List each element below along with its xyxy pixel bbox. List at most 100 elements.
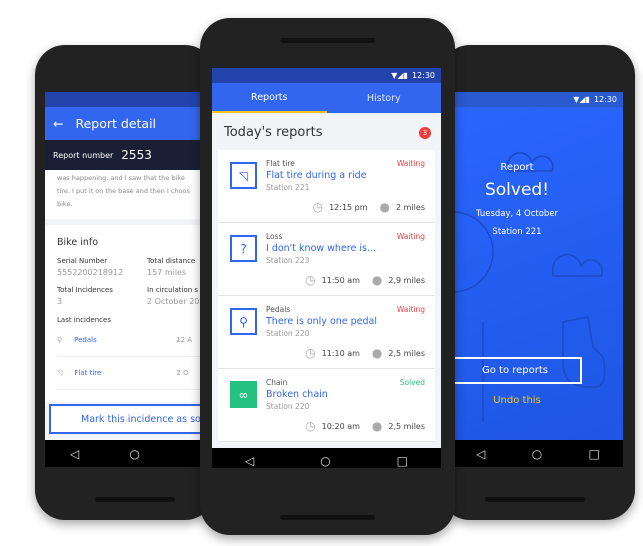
report-category: Loss — [266, 232, 283, 241]
home-nav-icon[interactable]: ○ — [320, 454, 330, 468]
bike-info: Bike info Serial Number 5552200218912 Tot… — [45, 225, 215, 402]
flat-tire-icon: ◹ — [57, 369, 63, 377]
incidences-label: Total Incidences — [57, 286, 113, 294]
home-nav-icon[interactable]: ○ — [532, 447, 542, 461]
recents-nav-icon[interactable]: □ — [397, 454, 408, 468]
section-title: Today's reports — [224, 125, 323, 140]
solved-station: Station 221 — [492, 227, 542, 237]
nav-bar: ◁ ○ — [45, 440, 215, 467]
phone-report-solved: ▼◢▮ 12:30 Report Solved! Tuesday, 4 Octob… — [440, 45, 635, 520]
question-icon: ? — [230, 235, 257, 262]
phone-reports-list: ▼◢▮ 12:30 Reports History Today's reports… — [200, 18, 455, 535]
location-icon: ● — [371, 273, 383, 287]
report-detail-screen: ← Report detail Report number 2553 was h… — [45, 92, 215, 467]
undo-button[interactable]: Undo this — [453, 395, 581, 406]
description-line: bike. — [57, 200, 73, 208]
report-distance: 2,9 miles — [388, 275, 425, 285]
report-meta: ◷ 12:15 pm ● 2 miles — [313, 200, 425, 214]
location-icon: ● — [371, 419, 383, 433]
reports-screen: ▼◢▮ 12:30 Reports History Today's reports… — [212, 68, 441, 468]
incidence-date: 12 A — [176, 336, 193, 344]
report-time: 11:10 am — [321, 348, 360, 358]
report-meta: ◷ 11:50 am ● 2,9 miles — [305, 273, 425, 287]
status-bar: ▼◢▮ 12:30 — [212, 68, 441, 83]
report-time: 12:15 pm — [329, 202, 368, 212]
incidence-item[interactable]: ◹ Flat tire 2 O — [57, 357, 203, 390]
report-title: There is only one pedal — [266, 316, 378, 327]
back-arrow-icon[interactable]: ← — [53, 116, 63, 131]
count-badge: 3 — [419, 126, 431, 139]
clock-icon: ◷ — [305, 273, 316, 287]
report-category: Pedals — [266, 305, 291, 314]
report-time: 10:20 am — [321, 421, 360, 431]
mark-solved-button[interactable]: Mark this incidence as so — [49, 404, 215, 434]
page-title: Report detail — [75, 116, 157, 131]
report-number-label: Report number — [53, 150, 114, 160]
report-card[interactable]: ◹ Flat tire Flat tire during a ride Stat… — [218, 150, 435, 223]
incidence-title: Flat tire — [74, 369, 102, 377]
report-category: Chain — [266, 378, 288, 387]
back-nav-icon[interactable]: ◁ — [70, 447, 79, 461]
speaker — [485, 497, 585, 502]
nav-bar: ◁ ○ □ — [453, 440, 623, 467]
location-icon: ● — [371, 346, 383, 360]
back-nav-icon[interactable]: ◁ — [245, 454, 254, 468]
report-number-bar: Report number 2553 — [45, 140, 215, 170]
clock-icon: ◷ — [305, 346, 316, 360]
last-incidences-label: Last incidences — [57, 316, 111, 324]
report-title: I don't know where is... — [266, 243, 377, 254]
incidence-title: Pedals — [74, 336, 97, 344]
wifi-icon: ▼◢▮ — [573, 95, 590, 104]
report-category: Flat tire — [266, 159, 295, 168]
report-station: Station 223 — [266, 256, 310, 265]
report-station: Station 220 — [266, 402, 310, 411]
home-nav-icon[interactable]: ○ — [129, 447, 139, 461]
incidences-value: 3 — [57, 297, 63, 306]
status-time: 12:30 — [593, 95, 617, 104]
report-distance: 2,5 miles — [388, 421, 425, 431]
app-bar: ← Report detail — [45, 107, 215, 140]
pedal-icon: ⚲ — [230, 308, 257, 335]
back-nav-icon[interactable]: ◁ — [476, 447, 485, 461]
pedal-icon: ⚲ — [57, 336, 63, 344]
report-label: Report — [500, 162, 534, 173]
solved-title: Solved! — [484, 180, 550, 200]
speaker — [280, 515, 375, 520]
report-meta: ◷ 10:20 am ● 2,5 miles — [305, 419, 425, 433]
status-badge: Waiting — [396, 159, 425, 168]
solved-screen: ▼◢▮ 12:30 Report Solved! Tuesday, 4 Octob… — [453, 92, 623, 467]
report-station: Station 221 — [266, 183, 310, 192]
tab-bar: Reports History — [212, 83, 441, 113]
solved-date: Tuesday, 4 October — [475, 209, 559, 219]
report-station: Station 220 — [266, 329, 310, 338]
speaker — [95, 497, 175, 502]
incidence-item[interactable]: ⚲ Pedals 12 A — [57, 324, 203, 357]
status-badge: Waiting — [396, 232, 425, 241]
recents-nav-icon[interactable]: □ — [589, 447, 600, 461]
nav-bar: ◁ ○ □ — [212, 448, 441, 468]
report-card[interactable]: ∞ Chain Broken chain Station 220 Solved … — [218, 369, 435, 442]
location-icon: ● — [379, 200, 391, 214]
speaker — [280, 38, 375, 43]
status-bar: ▼◢▮ 12:30 — [453, 92, 623, 107]
report-card[interactable]: ⚲ Pedals There is only one pedal Station… — [218, 296, 435, 369]
bike-info-heading: Bike info — [57, 237, 99, 248]
serial-value: 5552200218912 — [57, 268, 124, 277]
clock-icon: ◷ — [305, 419, 316, 433]
report-number: 2553 — [121, 148, 152, 162]
report-card[interactable]: ? Loss I don't know where is... Station … — [218, 223, 435, 296]
description-line: was happening, and I saw that the bike — [57, 174, 185, 182]
phone-report-detail: ← Report detail Report number 2553 was h… — [35, 45, 215, 520]
section-header: Today's reports 3 — [212, 113, 441, 150]
report-title: Broken chain — [266, 389, 328, 400]
status-badge: Waiting — [396, 305, 425, 314]
flat-tire-icon: ◹ — [230, 162, 257, 189]
status-badge: Solved — [399, 378, 425, 387]
tab-reports[interactable]: Reports — [212, 83, 327, 113]
status-bar — [45, 92, 215, 107]
tab-history[interactable]: History — [327, 83, 442, 113]
status-time: 12:30 — [411, 71, 435, 80]
incidence-date: 2 O — [176, 369, 189, 377]
go-to-reports-button[interactable]: Go to reports — [453, 357, 582, 384]
report-time: 11:50 am — [321, 275, 360, 285]
